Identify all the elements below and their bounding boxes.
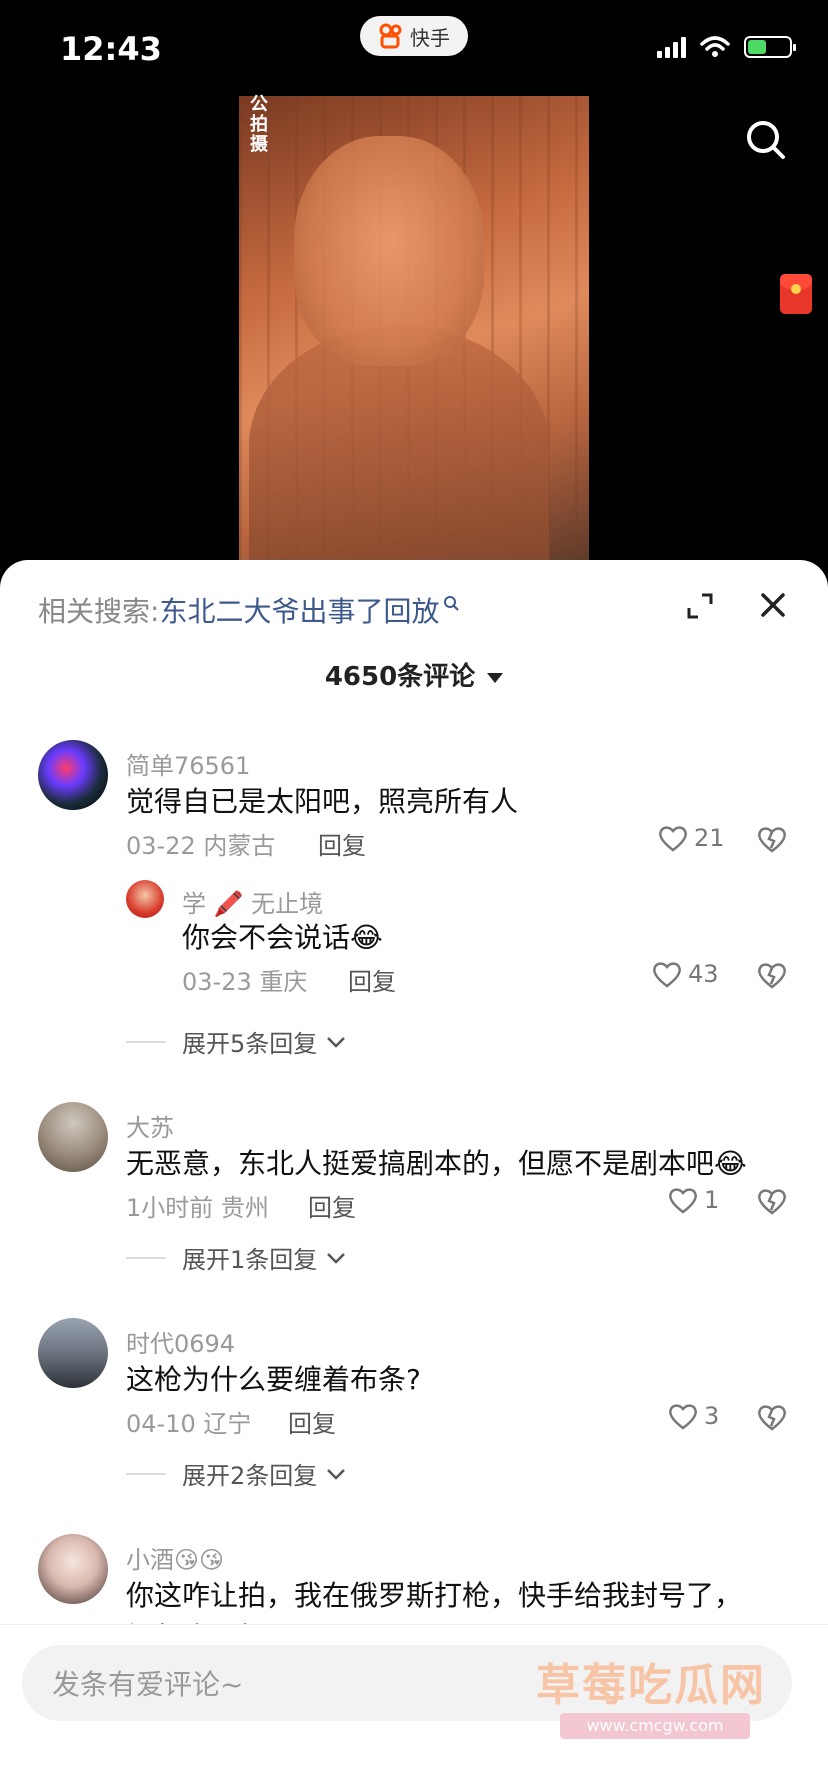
video-figure-face — [294, 136, 484, 366]
magnifier-icon — [444, 596, 460, 611]
comment-text: 觉得自已是太阳吧，照亮所有人 — [126, 785, 519, 818]
signal-icon — [657, 36, 686, 58]
like-button[interactable]: 43 — [652, 960, 719, 988]
chevron-down-icon — [327, 1036, 346, 1048]
heart-icon — [669, 1188, 697, 1214]
status-time: 12:43 — [60, 30, 162, 68]
comment-sheet: 相关搜索: 东北二大爷出事了回放 4650条评论 简单76561 觉得自已是太阳… — [0, 560, 828, 1792]
like-count: 1 — [704, 1186, 720, 1214]
search-icon[interactable] — [744, 118, 788, 162]
comment-text: 你会不会说话😂 — [182, 921, 383, 954]
reply-button[interactable]: 回复 — [308, 1188, 356, 1223]
like-count: 3 — [704, 1402, 720, 1430]
like-button[interactable]: 21 — [658, 824, 725, 852]
reply-button[interactable]: 回复 — [348, 962, 396, 997]
divider — [126, 1472, 166, 1475]
chevron-down-icon — [327, 1252, 346, 1264]
wifi-icon — [700, 36, 730, 57]
app-badge[interactable]: 快手 — [360, 16, 468, 56]
comment-count-label: 4650条评论 — [324, 662, 476, 692]
related-search-label: 相关搜索: — [38, 595, 160, 628]
comment-count[interactable]: 4650条评论 — [0, 656, 828, 693]
avatar[interactable] — [38, 740, 108, 810]
heart-icon — [653, 962, 681, 988]
video-player[interactable] — [239, 96, 589, 561]
expand-replies-label: 展开5条回复 — [182, 1030, 318, 1058]
comment-meta: 04-10 辽宁 — [126, 1410, 252, 1438]
expand-replies-label: 展开2条回复 — [182, 1462, 318, 1490]
reply-button[interactable]: 回复 — [318, 826, 366, 861]
expand-replies-label: 展开1条回复 — [182, 1246, 318, 1274]
comment-username[interactable]: 大苏 — [126, 1108, 174, 1143]
close-icon[interactable] — [758, 590, 788, 620]
avatar[interactable] — [38, 1318, 108, 1388]
watermark-text: 草莓吃瓜网 — [536, 1660, 766, 1711]
related-search-query[interactable]: 东北二大爷出事了回放 — [159, 590, 439, 630]
heart-icon — [669, 1404, 697, 1430]
comment-meta: 03-22 内蒙古 — [126, 832, 276, 860]
divider — [126, 1040, 166, 1043]
chevron-down-icon — [327, 1468, 346, 1480]
comment-username[interactable]: 学 🖍️ 无止境 — [182, 884, 323, 919]
video-caption: 公拍摄 — [250, 94, 268, 155]
comment-meta: 03-23 重庆 — [182, 968, 308, 996]
expand-icon[interactable] — [686, 592, 714, 620]
comment-username[interactable]: 简单76561 — [126, 746, 250, 781]
comment-username[interactable]: 小酒😘😘 — [126, 1540, 224, 1575]
kuaishou-logo-icon — [378, 23, 404, 49]
expand-replies-button[interactable]: 展开2条回复 — [126, 1456, 347, 1491]
like-count: 43 — [688, 960, 719, 988]
expand-replies-button[interactable]: 展开5条回复 — [126, 1024, 347, 1059]
chevron-down-icon — [487, 672, 504, 683]
related-search[interactable]: 相关搜索: 东北二大爷出事了回放 — [38, 590, 461, 630]
dislike-icon[interactable] — [756, 960, 788, 990]
watermark-url: www.cmcgw.com — [560, 1713, 750, 1739]
app-name: 快手 — [410, 25, 450, 50]
battery-icon — [744, 36, 796, 58]
red-packet-icon[interactable] — [780, 274, 812, 314]
status-icons — [657, 36, 796, 58]
comment-text: 无恶意，东北人挺爱搞剧本的，但愿不是剧本吧😂 — [126, 1147, 747, 1180]
like-count: 21 — [694, 824, 725, 852]
comment-input-bar: 发条有爱评论~ 草莓吃瓜网 www.cmcgw.com — [0, 1624, 828, 1792]
avatar[interactable] — [126, 880, 164, 918]
divider — [126, 1256, 166, 1259]
comment-input-placeholder: 发条有爱评论~ — [52, 1668, 244, 1701]
comment-username[interactable]: 时代0694 — [126, 1324, 235, 1359]
expand-replies-button[interactable]: 展开1条回复 — [126, 1240, 347, 1275]
comment-text: 这枪为什么要缠着布条? — [126, 1363, 421, 1396]
avatar[interactable] — [38, 1534, 108, 1604]
avatar[interactable] — [38, 1102, 108, 1172]
dislike-icon[interactable] — [756, 1186, 788, 1216]
like-button[interactable]: 1 — [668, 1186, 719, 1214]
dislike-icon[interactable] — [756, 1402, 788, 1432]
comment-text: 你这咋让拍，我在俄罗斯打枪，快手给我封号了， — [126, 1579, 743, 1612]
heart-icon — [659, 826, 687, 852]
like-button[interactable]: 3 — [668, 1402, 719, 1430]
comment-meta: 1小时前 贵州 — [126, 1194, 269, 1222]
reply-button[interactable]: 回复 — [288, 1404, 336, 1439]
dislike-icon[interactable] — [756, 824, 788, 854]
